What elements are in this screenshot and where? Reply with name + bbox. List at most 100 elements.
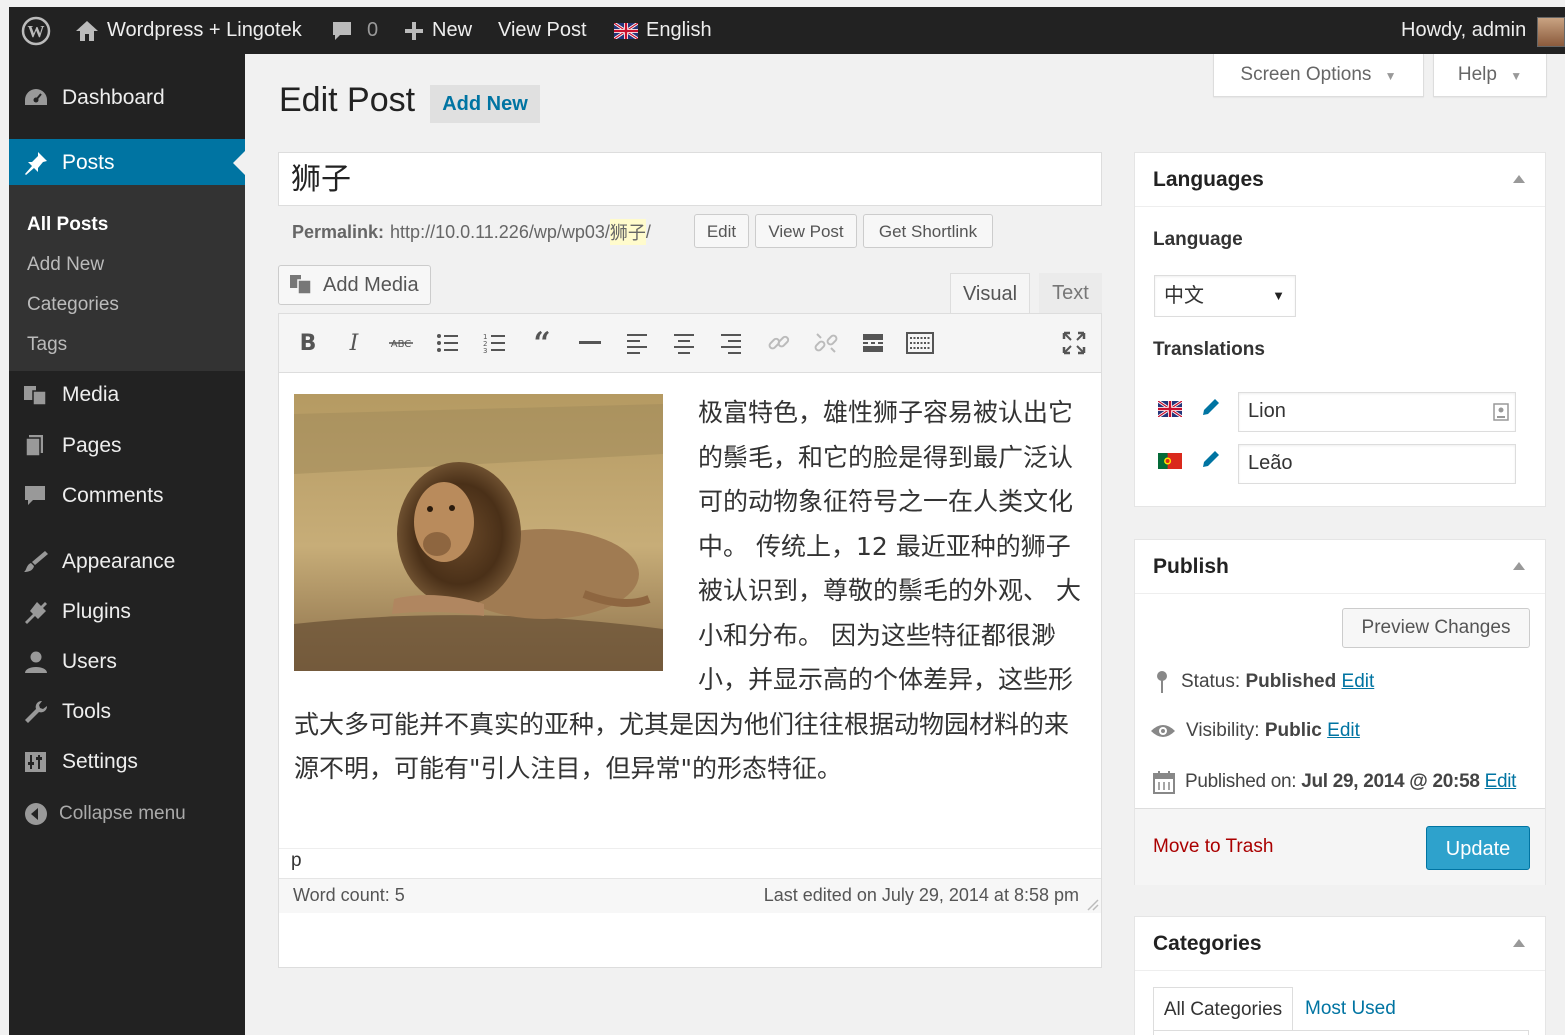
help-button[interactable]: Help ▼ bbox=[1433, 54, 1547, 97]
avatar[interactable] bbox=[1537, 17, 1565, 47]
move-to-trash-link[interactable]: Move to Trash bbox=[1153, 836, 1273, 858]
numbered-list-icon[interactable]: 123 bbox=[480, 328, 510, 358]
horizontal-rule-icon[interactable] bbox=[575, 328, 605, 358]
publish-box-title: Publish bbox=[1153, 555, 1229, 578]
wp-admin-window: W Wordpress + Lingotek 0 New View Post E… bbox=[9, 7, 1565, 1035]
pencil-edit-icon[interactable] bbox=[1201, 397, 1221, 417]
status-edit-link[interactable]: Edit bbox=[1342, 671, 1375, 692]
update-button[interactable]: Update bbox=[1426, 826, 1530, 870]
align-center-icon[interactable] bbox=[669, 328, 699, 358]
submenu-tags[interactable]: Tags bbox=[27, 334, 67, 356]
view-post-link[interactable]: View Post bbox=[498, 7, 587, 54]
published-edit-link[interactable]: Edit bbox=[1485, 771, 1517, 792]
admin-bar: W Wordpress + Lingotek 0 New View Post E… bbox=[9, 7, 1565, 54]
wordpress-logo-icon[interactable]: W bbox=[21, 7, 51, 54]
translation-input-pt[interactable]: Leão bbox=[1238, 444, 1516, 484]
menu-dashboard[interactable]: Dashboard bbox=[9, 77, 245, 119]
chevron-down-icon: ▼ bbox=[1384, 69, 1397, 83]
menu-posts-label: Posts bbox=[62, 151, 115, 174]
permalink-end: / bbox=[645, 221, 651, 242]
my-account-link[interactable]: Howdy, admin bbox=[1401, 7, 1526, 54]
screen-options-button[interactable]: Screen Options ▼ bbox=[1213, 54, 1424, 97]
resize-handle-icon[interactable] bbox=[1085, 897, 1099, 911]
unlink-icon[interactable] bbox=[811, 328, 841, 358]
add-media-button[interactable]: Add Media bbox=[278, 265, 431, 305]
paintbrush-icon bbox=[24, 551, 48, 572]
menu-users-label: Users bbox=[62, 650, 117, 673]
permalink-base[interactable]: http://10.0.11.226/wp/wp03/ bbox=[390, 222, 610, 243]
word-count-bar: Word count: 5 Last edited on July 29, 20… bbox=[279, 878, 1101, 913]
new-label: New bbox=[432, 19, 473, 41]
translations-label: Translations bbox=[1153, 339, 1265, 360]
collapse-menu-button[interactable]: Collapse menu bbox=[9, 793, 245, 835]
collapse-toggle-icon[interactable] bbox=[1513, 175, 1525, 183]
editor-path-bar: p bbox=[279, 848, 1101, 879]
visibility-value: Public bbox=[1264, 720, 1322, 741]
menu-plugins[interactable]: Plugins bbox=[9, 591, 245, 633]
add-new-button[interactable]: Add New bbox=[430, 85, 540, 123]
pin-icon bbox=[1157, 671, 1167, 693]
comment-bubble-icon bbox=[333, 21, 351, 40]
collapse-toggle-icon[interactable] bbox=[1513, 939, 1525, 947]
toolbar-toggle-icon[interactable] bbox=[905, 328, 935, 358]
permalink-row: Permalink: http://10.0.11.226/wp/wp03/狮子… bbox=[292, 219, 651, 245]
fullscreen-icon[interactable] bbox=[1059, 328, 1089, 358]
element-path[interactable]: p bbox=[291, 850, 302, 872]
page-title: Edit Post bbox=[279, 81, 416, 119]
bold-icon[interactable]: B bbox=[293, 328, 323, 358]
align-left-icon[interactable] bbox=[622, 328, 652, 358]
view-post-button[interactable]: View Post bbox=[755, 214, 857, 248]
pencil-edit-icon[interactable] bbox=[1201, 449, 1221, 469]
tab-most-used[interactable]: Most Used bbox=[1305, 987, 1396, 1031]
submenu-all-posts[interactable]: All Posts bbox=[27, 214, 108, 236]
menu-users[interactable]: Users bbox=[9, 641, 245, 683]
translation-input-en[interactable]: Lion bbox=[1238, 392, 1516, 432]
user-icon bbox=[25, 651, 47, 673]
collapse-toggle-icon[interactable] bbox=[1513, 562, 1525, 570]
menu-comments[interactable]: Comments bbox=[9, 475, 245, 517]
get-shortlink-button[interactable]: Get Shortlink bbox=[863, 214, 993, 248]
preview-changes-button[interactable]: Preview Changes bbox=[1342, 608, 1530, 648]
lion-image[interactable] bbox=[294, 394, 663, 671]
strikethrough-icon[interactable]: ABC bbox=[386, 328, 416, 358]
comments-link[interactable]: 0 bbox=[331, 7, 378, 54]
submenu-add-new[interactable]: Add New bbox=[27, 254, 104, 276]
new-content-link[interactable]: New bbox=[404, 7, 472, 54]
language-select[interactable]: 中文 ▼ bbox=[1154, 275, 1296, 317]
menu-tools[interactable]: Tools bbox=[9, 691, 245, 733]
categories-list[interactable] bbox=[1153, 1030, 1529, 1035]
home-icon bbox=[76, 20, 98, 41]
menu-posts[interactable]: Posts bbox=[9, 139, 245, 187]
site-name-link[interactable]: Wordpress + Lingotek bbox=[75, 7, 302, 54]
tab-visual[interactable]: Visual bbox=[950, 273, 1030, 313]
translation-en-value: Lion bbox=[1248, 400, 1286, 422]
menu-plugins-label: Plugins bbox=[62, 600, 131, 623]
insert-link-icon[interactable] bbox=[764, 328, 794, 358]
read-more-icon[interactable] bbox=[858, 328, 888, 358]
align-right-icon[interactable] bbox=[716, 328, 746, 358]
uk-flag-icon bbox=[614, 22, 638, 39]
tab-text[interactable]: Text bbox=[1039, 273, 1102, 313]
menu-pages[interactable]: Pages bbox=[9, 425, 245, 467]
bullet-list-icon[interactable] bbox=[433, 328, 463, 358]
languages-box-title: Languages bbox=[1153, 168, 1264, 191]
categories-box-header[interactable]: Categories bbox=[1135, 917, 1545, 971]
language-switcher[interactable]: English bbox=[614, 7, 712, 54]
visibility-edit-link[interactable]: Edit bbox=[1327, 720, 1360, 741]
menu-media[interactable]: Media bbox=[9, 374, 245, 416]
permalink-slug[interactable]: 狮子 bbox=[609, 219, 646, 245]
chevron-down-icon: ▼ bbox=[1510, 69, 1523, 83]
visibility-label: Visibility: bbox=[1186, 720, 1260, 741]
languages-box: Languages Language 中文 ▼ Translations Lio… bbox=[1134, 152, 1546, 507]
menu-appearance[interactable]: Appearance bbox=[9, 541, 245, 583]
post-title-input[interactable]: 狮子 bbox=[278, 152, 1102, 206]
languages-box-header[interactable]: Languages bbox=[1135, 153, 1545, 207]
permalink-edit-button[interactable]: Edit bbox=[694, 214, 749, 248]
tab-all-categories[interactable]: All Categories bbox=[1153, 987, 1293, 1031]
blockquote-icon[interactable]: “ bbox=[527, 326, 557, 361]
plus-icon bbox=[405, 21, 423, 40]
publish-box-header[interactable]: Publish bbox=[1135, 540, 1545, 594]
submenu-categories[interactable]: Categories bbox=[27, 294, 119, 316]
menu-settings[interactable]: Settings bbox=[9, 741, 245, 783]
italic-icon[interactable]: I bbox=[339, 328, 369, 358]
